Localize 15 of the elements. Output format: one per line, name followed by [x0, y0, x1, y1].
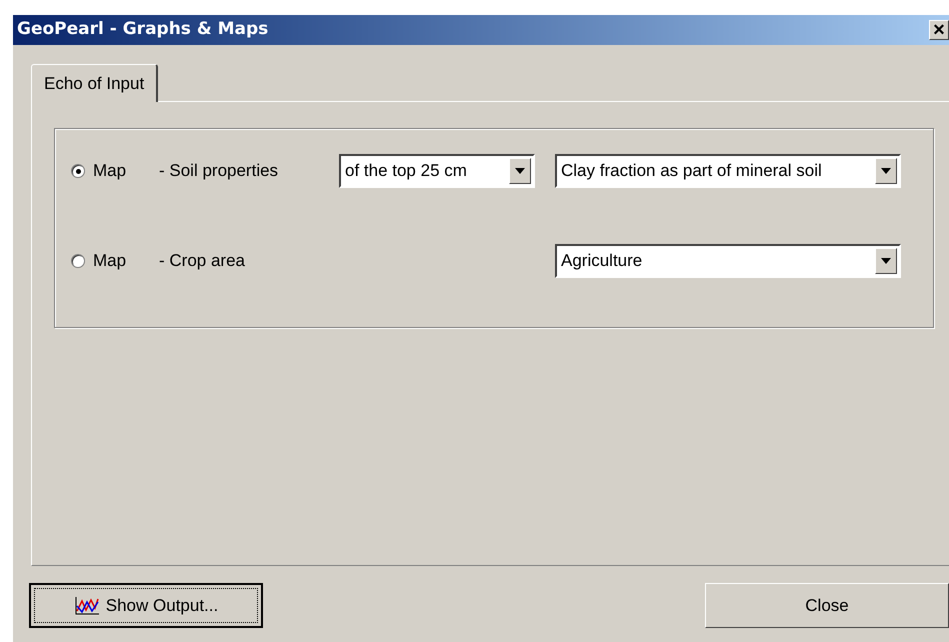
option-description: - Soil properties — [159, 160, 280, 182]
window-title: GeoPearl - Graphs & Maps — [17, 18, 268, 42]
dropdown[interactable]: of the top 25 cm — [339, 154, 535, 188]
radio-button[interactable] — [71, 164, 85, 178]
dropdown[interactable]: Agriculture — [555, 244, 901, 278]
close-icon[interactable]: × — [929, 20, 949, 40]
chart-icon — [74, 596, 100, 616]
radio-label[interactable]: Map — [93, 248, 159, 274]
tab[interactable]: Echo of Input — [31, 64, 158, 102]
dropdown[interactable]: Clay fraction as part of mineral soil — [555, 154, 901, 188]
option-description: - Crop area — [159, 250, 246, 272]
radio-button[interactable] — [71, 254, 85, 268]
show-output-button[interactable]: Show Output... — [29, 583, 263, 628]
radio-label[interactable]: Map — [93, 158, 159, 184]
close-button[interactable]: Close — [705, 583, 949, 628]
